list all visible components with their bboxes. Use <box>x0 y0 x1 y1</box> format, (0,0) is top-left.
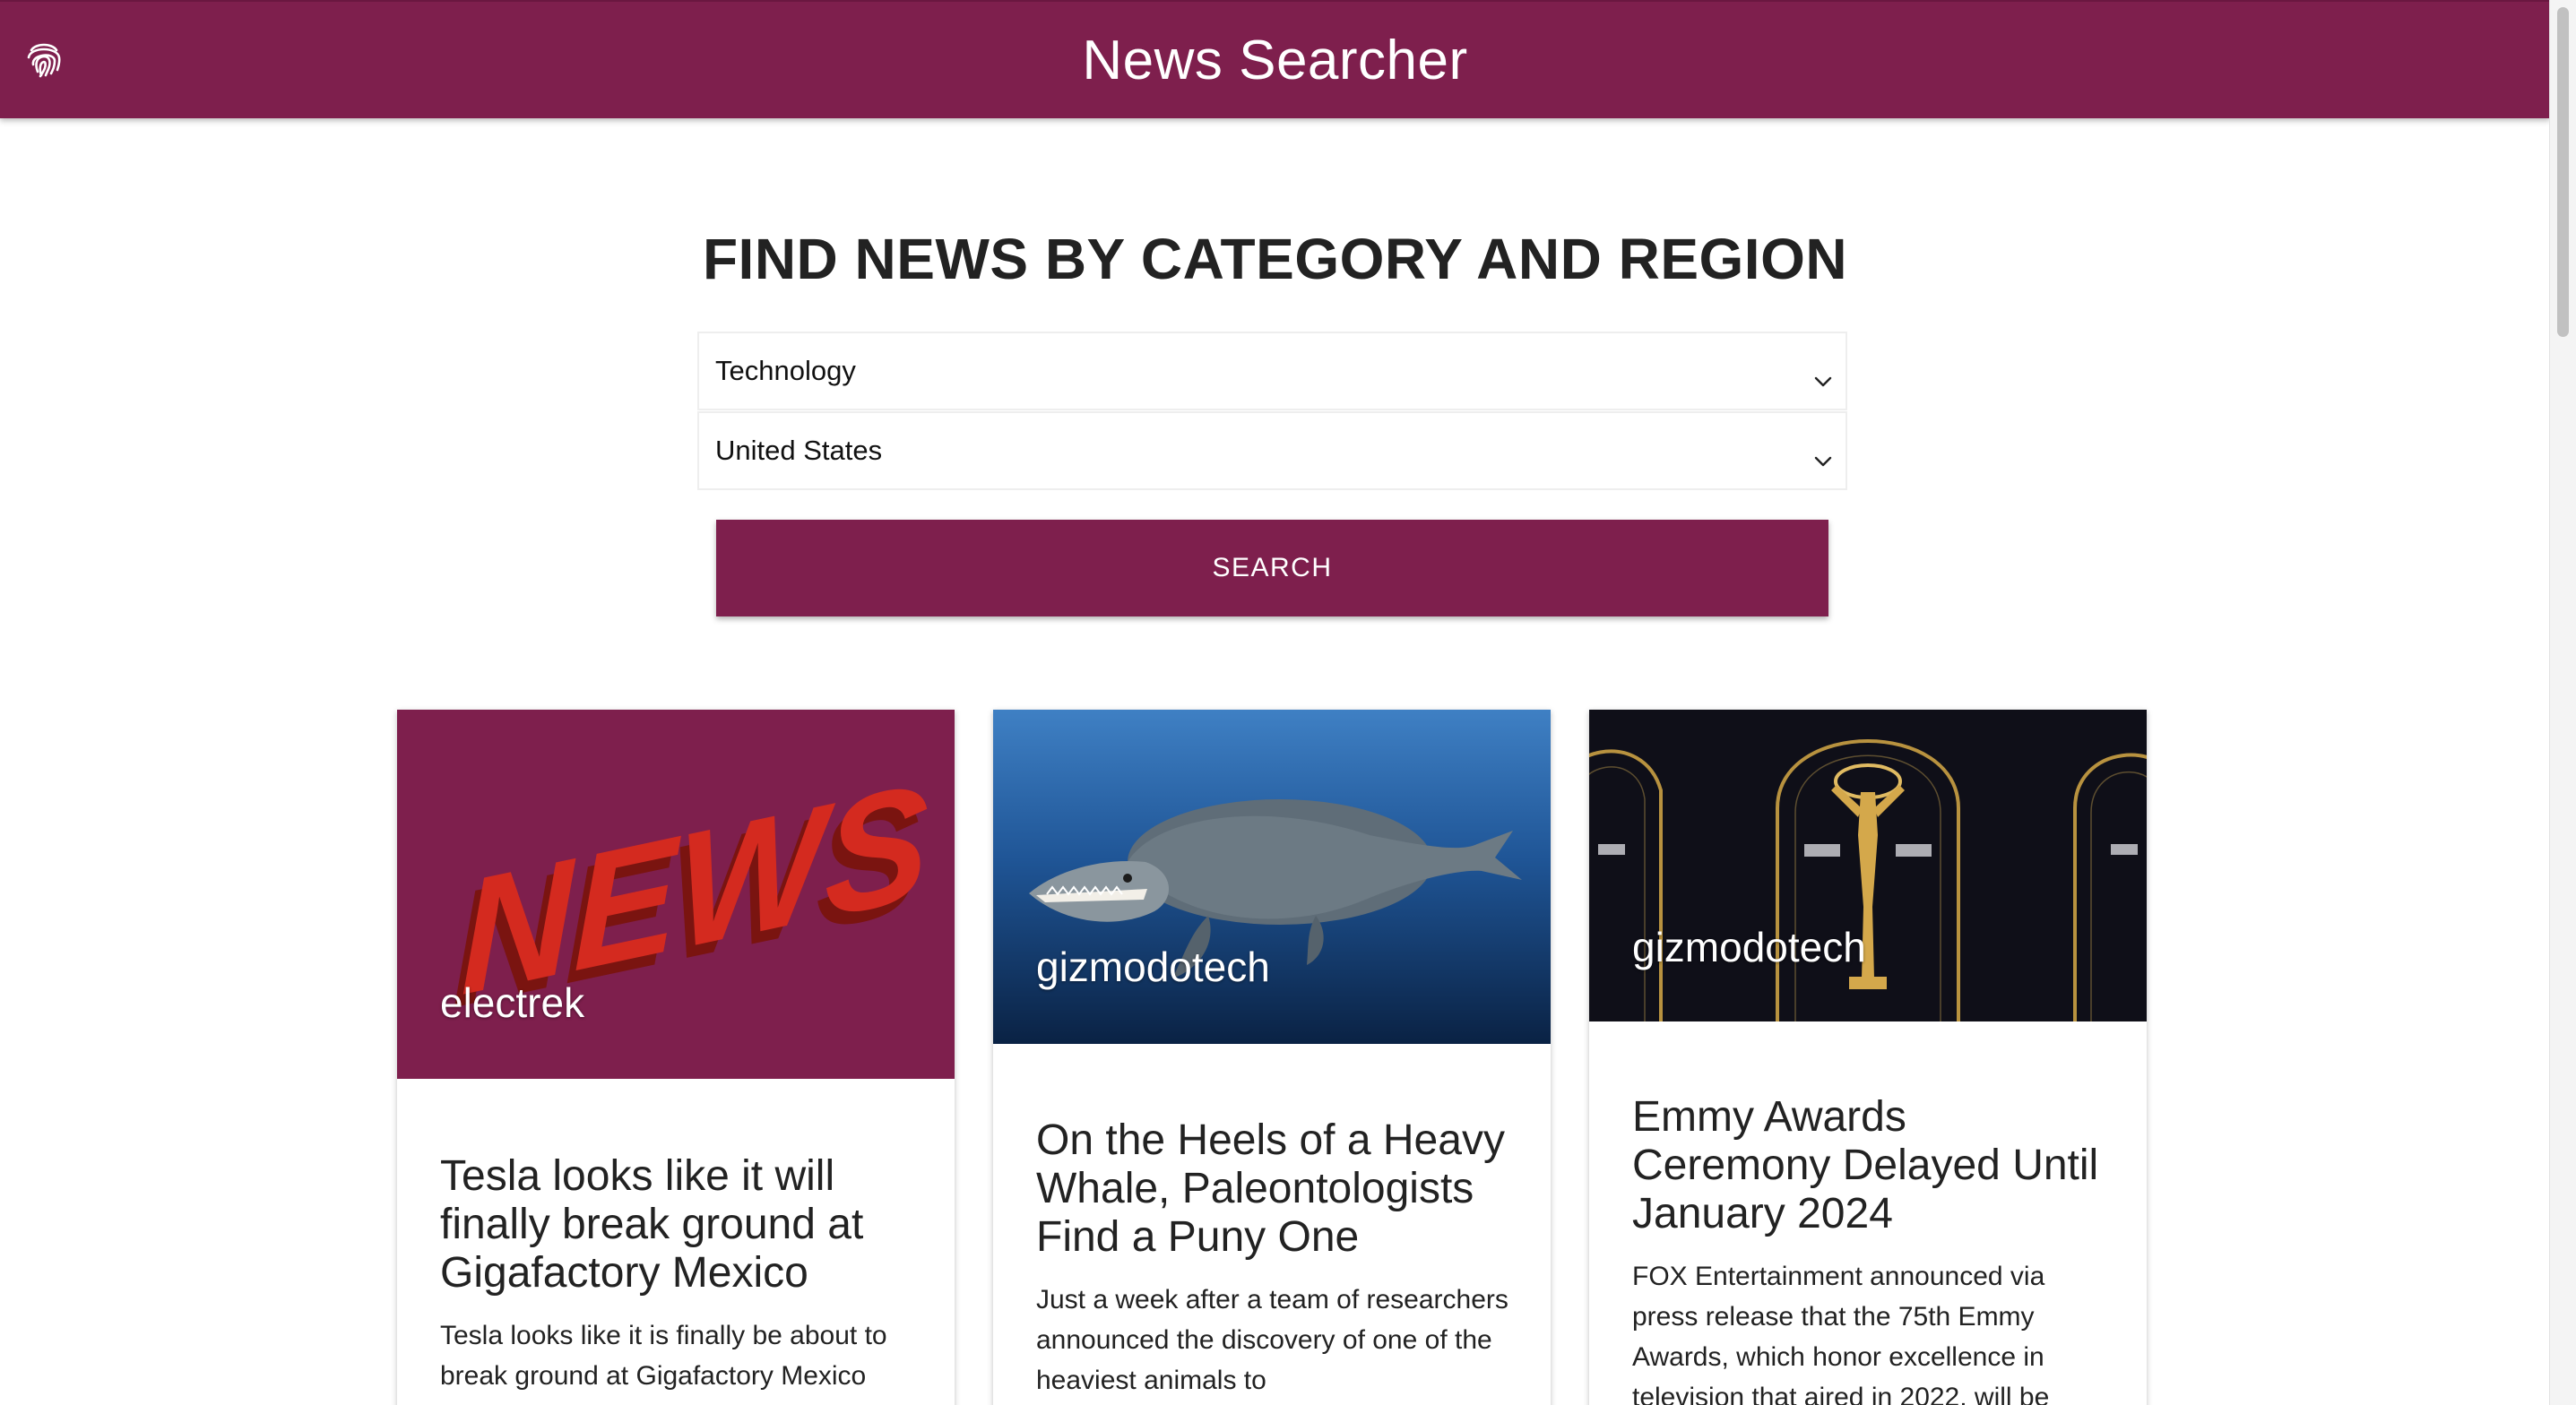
category-select[interactable]: Technology <box>697 332 1847 410</box>
chevron-down-icon <box>1813 364 1833 387</box>
region-select[interactable]: United States <box>697 411 1847 490</box>
chevron-down-icon <box>1813 444 1833 467</box>
search-button[interactable]: SEARCH <box>716 520 1828 616</box>
article-card[interactable]: gizmodotech On the Heels of a Heavy Whal… <box>993 710 1551 1405</box>
region-select-value: United States <box>715 435 883 466</box>
article-source: gizmodotech <box>1632 924 1866 970</box>
article-source: gizmodotech <box>1036 944 1270 990</box>
page-heading: FIND NEWS BY CATEGORY AND REGION <box>702 227 1848 291</box>
article-card[interactable]: gizmodotech Emmy Awards Ceremony Delayed… <box>1589 710 2147 1405</box>
emmy-statuette-graphic <box>1589 710 2147 1021</box>
scrollbar-thumb[interactable] <box>2557 7 2569 337</box>
whale-illustration <box>1029 799 1522 978</box>
app-title: News Searcher <box>1082 29 1468 91</box>
fingerprint-icon[interactable] <box>23 38 65 79</box>
page: News Searcher FIND NEWS BY CATEGORY AND … <box>0 0 2576 1405</box>
article-source: electrek <box>440 979 585 1026</box>
page-scrollbar[interactable] <box>2549 0 2576 1405</box>
article-card[interactable]: NEWS NEWS electrek Tesla looks like it w… <box>397 710 955 1405</box>
category-select-value: Technology <box>715 355 856 386</box>
article-title[interactable]: Tesla looks like it will finally break g… <box>440 1152 924 1297</box>
article-image[interactable]: gizmodotech <box>993 710 1551 1044</box>
article-description: Tesla looks like it is finally be about … <box>440 1321 887 1391</box>
article-image[interactable]: gizmodotech <box>1589 710 2147 1021</box>
article-title[interactable]: On the Heels of a Heavy Whale, Paleontol… <box>1036 1116 1520 1262</box>
article-description: FOX Entertainment announced via press re… <box>1632 1262 2050 1405</box>
article-title[interactable]: Emmy Awards Ceremony Delayed Until Janua… <box>1632 1093 2116 1238</box>
article-description: Just a week after a team of researchers … <box>1036 1285 1508 1395</box>
article-image[interactable]: NEWS NEWS electrek <box>397 710 955 1079</box>
app-header: News Searcher <box>0 0 2550 118</box>
